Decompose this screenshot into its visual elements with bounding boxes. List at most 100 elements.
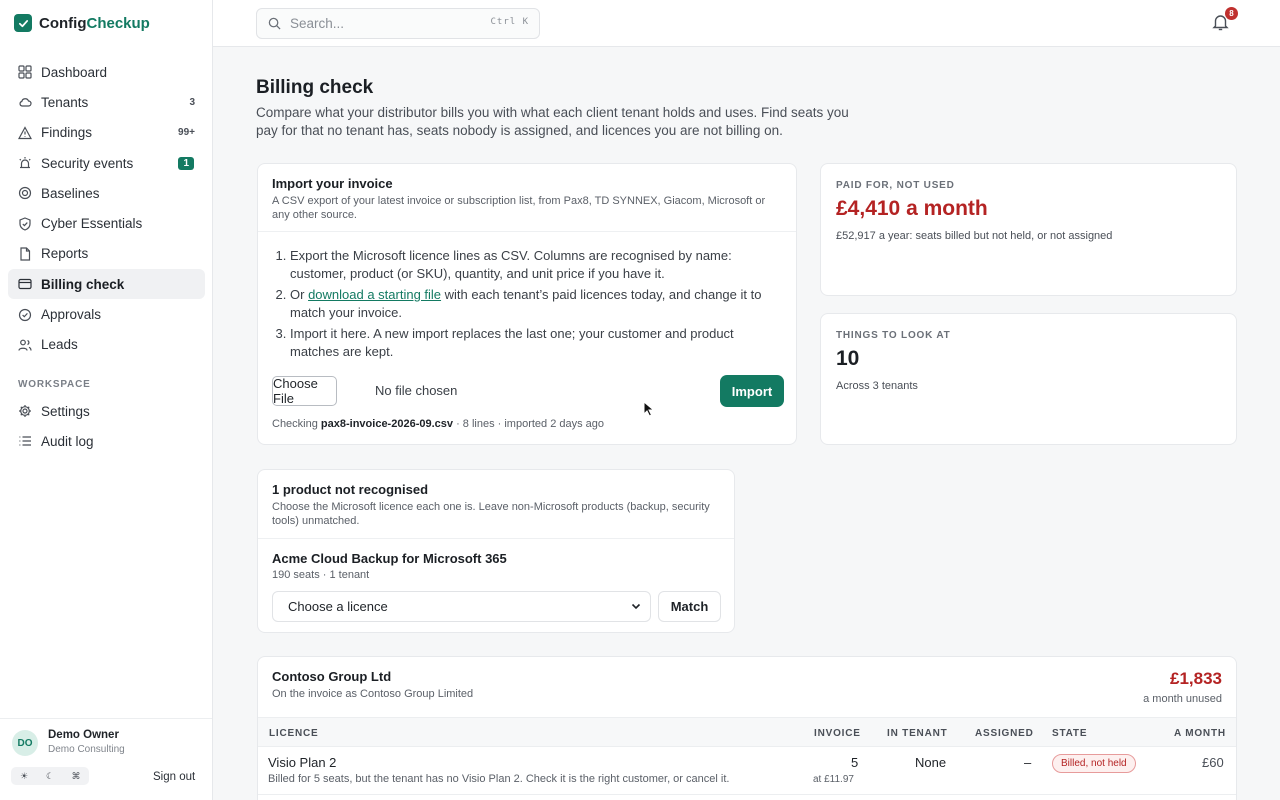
table-row[interactable]: Visio Plan 2 Billed for 5 seats, but the…: [258, 747, 1236, 795]
licence-detail: Billed for 5 seats, but the tenant has n…: [268, 773, 730, 785]
import-button[interactable]: Import: [720, 375, 784, 407]
sidebar-item-reports[interactable]: Reports: [8, 239, 205, 269]
tenant-unused-note: a month unused: [1143, 693, 1222, 705]
monthly-cost: £60: [1202, 755, 1224, 770]
sidebar-item-settings[interactable]: Settings: [8, 396, 205, 426]
sidebar-item-label: Findings: [41, 125, 93, 141]
choose-file-button[interactable]: Choose File: [272, 376, 337, 406]
licence-select[interactable]: Choose a licence: [272, 591, 651, 622]
sidebar-item-dashboard[interactable]: Dashboard: [8, 57, 205, 87]
search-shortcut: Ctrl K: [490, 17, 529, 27]
sidebar-item-label: Settings: [41, 403, 90, 419]
unrecognised-products-card: 1 product not recognised Choose the Micr…: [257, 469, 735, 633]
import-subtitle: A CSV export of your latest invoice or s…: [272, 195, 766, 221]
licence-select-value: Choose a licence: [288, 599, 388, 614]
avatar[interactable]: DO: [12, 730, 38, 756]
sign-out-link[interactable]: Sign out: [153, 771, 195, 783]
invoice-seats: 5: [851, 755, 859, 770]
tenant-name: Contoso Group Ltd: [272, 669, 392, 684]
sidebar-item-label: Dashboard: [41, 64, 108, 80]
page-description: Compare what your distributor bills you …: [256, 105, 849, 138]
brand[interactable]: ConfigCheckup: [14, 14, 150, 32]
stat-note: £52,917 a year: seats billed but not hel…: [836, 230, 1113, 242]
list-icon: [19, 436, 31, 447]
import-title: Import your invoice: [272, 176, 393, 191]
stat-label: PAID FOR, NOT USED: [836, 180, 955, 191]
workspace-nav: Settings Audit log: [8, 396, 205, 457]
assigned-value: –: [1024, 755, 1032, 770]
download-starting-file-link[interactable]: download a starting file: [308, 287, 441, 302]
page-title: Billing check: [256, 77, 374, 98]
sidebar-item-baselines[interactable]: Baselines: [8, 178, 205, 208]
match-button[interactable]: Match: [658, 591, 721, 622]
user-panel: DO Demo Owner Demo Consulting ☀ ☾ ⌘ Sign…: [0, 718, 212, 800]
gear-icon: [19, 405, 31, 418]
sidebar-item-approvals[interactable]: Approvals: [8, 299, 205, 329]
paid-not-used-card: PAID FOR, NOT USED £4,410 a month £52,91…: [820, 163, 1237, 296]
users-icon: [18, 339, 32, 351]
sidebar-item-label: Billing check: [41, 276, 125, 292]
user-name: Demo Owner: [48, 729, 119, 741]
unrecognised-header: 1 product not recognised Choose the Micr…: [258, 470, 734, 539]
import-status: Checking pax8-invoice-2026-09.csv · 8 li…: [272, 418, 605, 430]
sidebar-item-audit-log[interactable]: Audit log: [8, 426, 205, 456]
sidebar-item-tenants[interactable]: Tenants 3: [8, 87, 205, 117]
stat-label: THINGS TO LOOK AT: [836, 330, 951, 341]
sidebar-item-label: Reports: [41, 246, 89, 262]
things-to-look-at-card: THINGS TO LOOK AT 10 Across 3 tenants: [820, 313, 1237, 445]
licence-name: Visio Plan 2: [268, 755, 337, 770]
file-state: No file chosen: [375, 383, 458, 398]
unrecognised-title: 1 product not recognised: [272, 482, 429, 497]
sidebar-item-findings[interactable]: Findings 99+: [8, 118, 205, 148]
app-name: ConfigCheckup: [39, 14, 150, 32]
notification-badge: 8: [1225, 7, 1238, 20]
import-card-header: Import your invoice A CSV export of your…: [258, 164, 796, 232]
user-org: Demo Consulting: [48, 744, 125, 755]
stat-value: 10: [836, 347, 860, 370]
in-tenant-value: None: [915, 755, 947, 770]
sun-icon[interactable]: ☀: [14, 771, 34, 782]
sidebar-item-label: Baselines: [41, 185, 100, 201]
tenant-invoice-name: On the invoice as Contoso Group Limited: [272, 688, 474, 700]
card-icon: [18, 279, 32, 290]
document-icon: [20, 247, 31, 261]
search-input[interactable]: Search... Ctrl K: [256, 8, 540, 39]
step-3: Import it here. A new import replaces th…: [290, 325, 781, 361]
check-circle-icon: [18, 308, 32, 321]
search-icon: [268, 17, 281, 30]
sidebar-item-cyber-essentials[interactable]: Cyber Essentials: [8, 208, 205, 238]
topbar: Search... Ctrl K 8: [213, 0, 1280, 47]
moon-icon[interactable]: ☾: [40, 771, 60, 782]
search-placeholder: Search...: [290, 16, 345, 31]
sidebar-item-label: Approvals: [41, 307, 102, 323]
column-header-assigned: ASSIGNED: [975, 728, 1034, 739]
column-header-invoice: INVOICE: [814, 728, 861, 739]
sidebar-item-label: Cyber Essentials: [41, 216, 143, 232]
step-2: Or download a starting file with each te…: [290, 286, 781, 322]
sidebar-item-label: Tenants: [41, 94, 89, 110]
sidebar-item-security-events[interactable]: Security events 1: [8, 148, 205, 178]
sidebar-item-billing-check[interactable]: Billing check: [8, 269, 205, 300]
sidebar: ConfigCheckup Dashboard Tenants 3 Findin…: [0, 0, 213, 800]
mouse-cursor-icon: [643, 401, 655, 417]
unit-price: at £11.97: [813, 774, 854, 785]
main-nav: Dashboard Tenants 3 Findings 99+ Securit…: [8, 57, 205, 360]
tenant-card: Contoso Group Ltd On the invoice as Cont…: [257, 656, 1237, 800]
count-badge: 3: [189, 96, 195, 108]
column-header-in-tenant: IN TENANT: [887, 728, 948, 739]
target-icon: [18, 187, 32, 200]
table-header: LICENCE INVOICE IN TENANT ASSIGNED STATE…: [258, 717, 1236, 747]
column-header-licence: LICENCE: [269, 728, 319, 739]
alarm-icon: [19, 157, 31, 169]
sidebar-item-leads[interactable]: Leads: [8, 330, 205, 360]
shield-check-icon: [19, 216, 31, 231]
sidebar-item-label: Security events: [41, 155, 134, 171]
product-meta: 190 seats · 1 tenant: [272, 569, 370, 581]
count-badge: 99+: [178, 127, 195, 139]
count-badge: 1: [178, 156, 194, 170]
stat-value: £4,410 a month: [836, 197, 988, 220]
import-steps: Export the Microsoft licence lines as CS…: [276, 247, 781, 364]
tenant-unused-amount: £1,833: [1170, 669, 1222, 688]
system-icon[interactable]: ⌘: [66, 771, 86, 782]
product-name: Acme Cloud Backup for Microsoft 365: [272, 551, 507, 566]
